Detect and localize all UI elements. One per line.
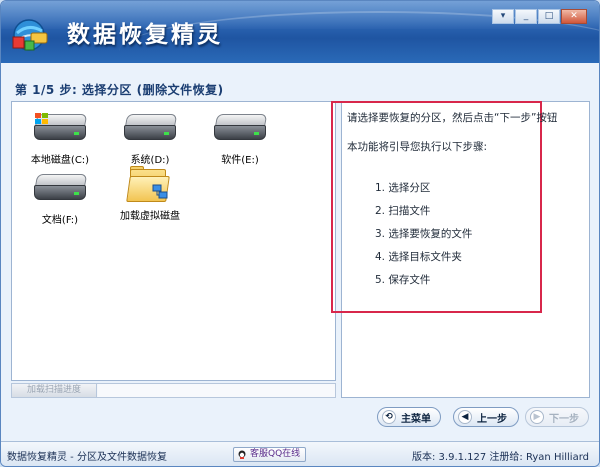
- drive-label: 本地磁盘(C:): [30, 155, 90, 166]
- drive-item-c[interactable]: 本地磁盘(C:): [20, 110, 100, 166]
- scan-progress: 加载扫描进度: [11, 383, 336, 398]
- previous-step-label: 上一步: [477, 413, 507, 425]
- info-intro: 请选择要恢复的分区，然后点击“下一步”按钮: [347, 112, 558, 124]
- hdd-icon: [210, 110, 270, 150]
- forward-arrow-icon: ▶: [530, 410, 544, 424]
- step-item: 3. 选择要恢复的文件: [375, 228, 473, 240]
- window-controls: ▾ _ □ ✕: [492, 9, 587, 24]
- load-scan-progress-button[interactable]: 加载扫描进度: [12, 384, 97, 397]
- next-step-button[interactable]: ▶ 下一步: [525, 407, 589, 427]
- info-text: 请选择要恢复的分区，然后点击“下一步”按钮 本功能将引导您执行以下步骤:: [347, 111, 577, 169]
- hdd-icon: [120, 110, 180, 150]
- qq-label: 客服QQ在线: [250, 449, 301, 459]
- step-item: 5. 保存文件: [375, 274, 431, 286]
- hdd-icon: [30, 170, 90, 210]
- app-title: 数据恢复精灵: [67, 22, 223, 48]
- maximize-button[interactable]: □: [538, 9, 560, 24]
- drive-item-f[interactable]: 文档(F:): [20, 170, 100, 226]
- status-app-text: 数据恢复精灵 - 分区及文件数据恢复: [7, 452, 167, 463]
- step-item: 4. 选择目标文件夹: [375, 251, 462, 263]
- drive-label: 文档(F:): [41, 215, 79, 226]
- main-menu-button[interactable]: ⟲ 主菜单: [377, 407, 441, 427]
- status-bar: 数据恢复精灵 - 分区及文件数据恢复 客服QQ在线 版本: 3.9.1.127 …: [1, 441, 599, 466]
- app-logo-icon: [12, 19, 48, 51]
- back-arrow-icon: ◀: [458, 410, 472, 424]
- drive-list: 本地磁盘(C:) 系统(D:) 软件(E:) 文档(F:) 加载虚拟磁盘: [11, 101, 336, 381]
- drive-label: 系统(D:): [130, 155, 170, 166]
- version-info: 版本: 3.9.1.127 注册给: Ryan Hilliard: [412, 452, 589, 463]
- app-window: 数据恢复精灵 ▾ _ □ ✕ 第 1/5 步: 选择分区 (删除文件恢复) 本地…: [0, 0, 600, 467]
- info-lead: 本功能将引导您执行以下步骤:: [347, 141, 488, 153]
- step-item: 2. 扫描文件: [375, 205, 431, 217]
- step-title: 第 1/5 步: 选择分区 (删除文件恢复): [15, 83, 224, 97]
- main-menu-label: 主菜单: [401, 413, 431, 425]
- drive-label: 软件(E:): [221, 155, 259, 166]
- virtual-disk-folder-icon: [120, 166, 180, 206]
- previous-step-button[interactable]: ◀ 上一步: [453, 407, 519, 427]
- close-button[interactable]: ✕: [561, 9, 587, 24]
- window-menu-button[interactable]: ▾: [492, 9, 514, 24]
- drive-label: 加载虚拟磁盘: [120, 211, 180, 222]
- header-banner: 数据恢复精灵 ▾ _ □ ✕: [1, 1, 599, 63]
- minimize-button[interactable]: _: [515, 9, 537, 24]
- drive-item-d[interactable]: 系统(D:): [110, 110, 190, 166]
- qq-support-button[interactable]: 客服QQ在线: [233, 447, 307, 462]
- next-step-label: 下一步: [549, 413, 579, 425]
- system-hdd-icon: [30, 110, 90, 150]
- progress-track: [98, 384, 335, 397]
- drive-item-e[interactable]: 软件(E:): [200, 110, 280, 166]
- home-arrow-icon: ⟲: [382, 410, 396, 424]
- qq-icon: [238, 450, 246, 459]
- step-list: 1. 选择分区 2. 扫描文件 3. 选择要恢复的文件 4. 选择目标文件夹 5…: [375, 181, 472, 296]
- step-item: 1. 选择分区: [375, 182, 431, 194]
- load-virtual-disk-item[interactable]: 加载虚拟磁盘: [110, 166, 190, 222]
